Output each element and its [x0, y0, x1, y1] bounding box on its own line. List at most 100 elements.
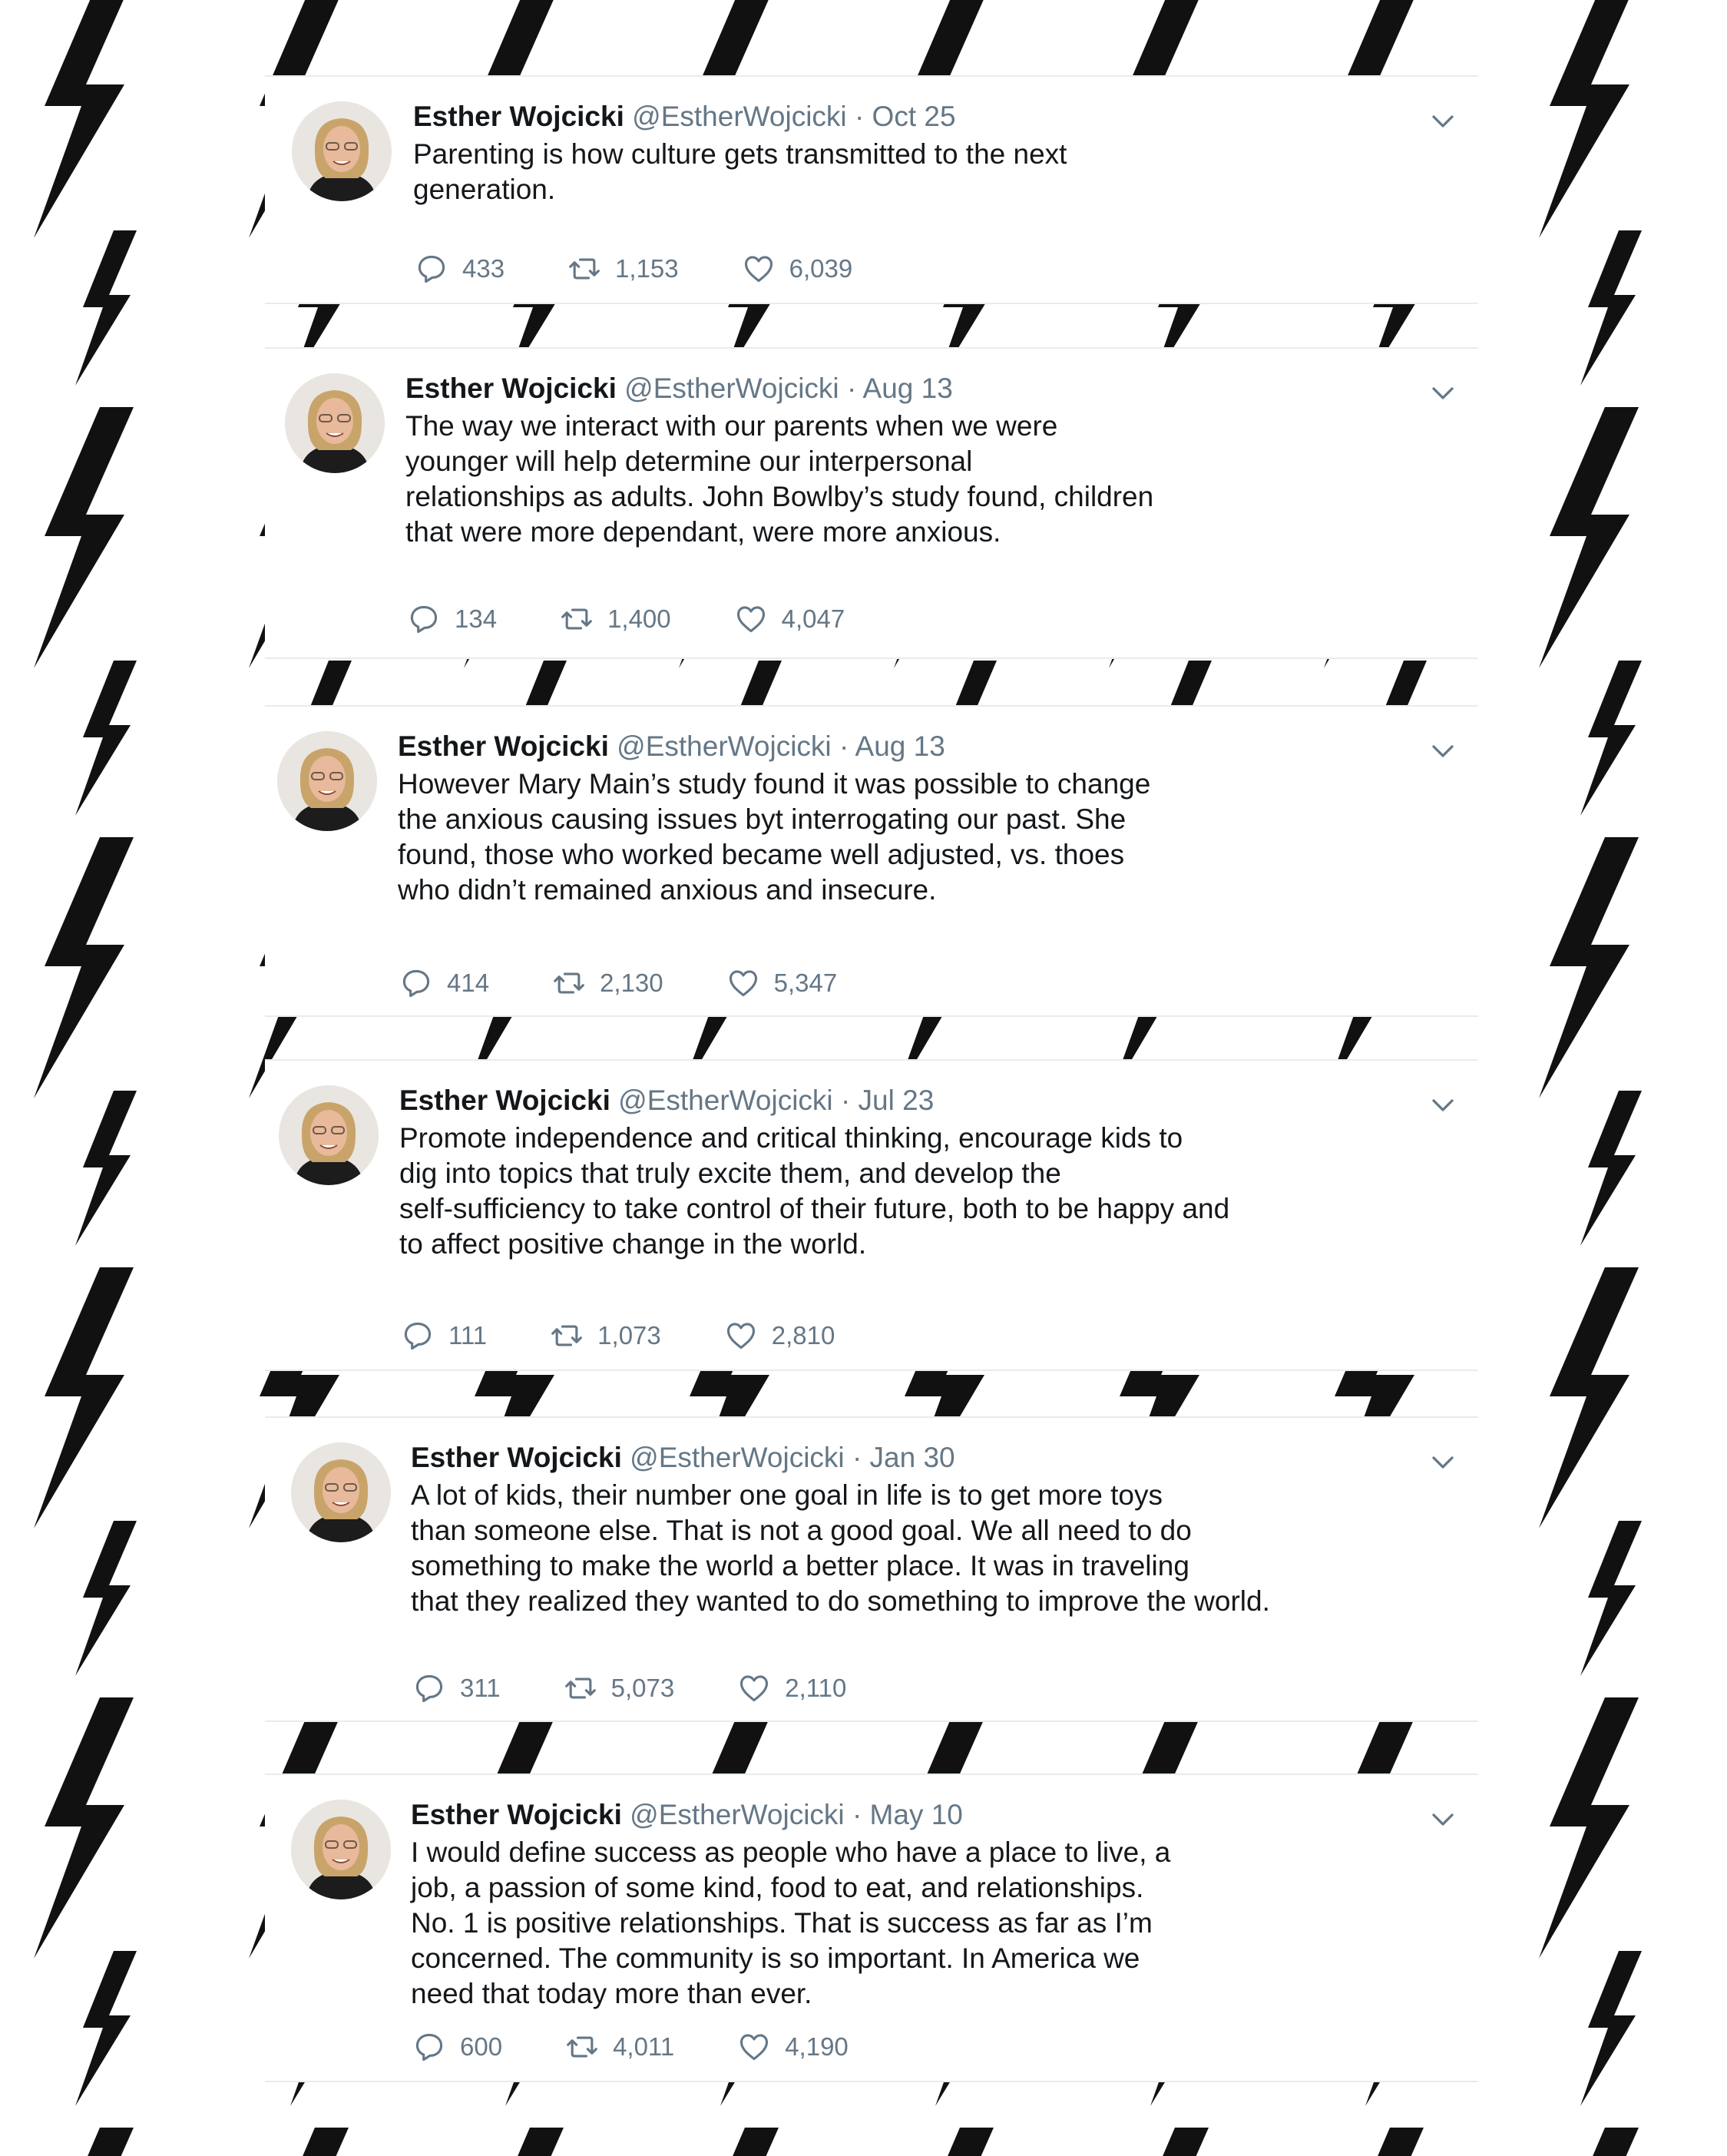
- chevron-down-icon[interactable]: [1429, 1091, 1457, 1119]
- heart-icon: [736, 606, 765, 633]
- tweet-header: Esther Wojcicki @EstherWojcicki · Jul 23: [399, 1082, 934, 1119]
- like-button[interactable]: 2,110: [737, 1671, 846, 1705]
- like-button[interactable]: 5,347: [726, 966, 837, 1000]
- profile-photo: [291, 1800, 391, 1899]
- like-button[interactable]: 2,810: [724, 1319, 835, 1353]
- like-button[interactable]: 4,047: [734, 602, 845, 636]
- like-count: 2,110: [785, 1674, 847, 1702]
- tweet-text-line: that they realized they wanted to do som…: [411, 1585, 1270, 1617]
- tweet-card-2[interactable]: Esther Wojcicki @EstherWojcicki · Aug 13…: [265, 347, 1478, 659]
- like-count: 2,810: [771, 1321, 835, 1350]
- tweet-text-line: relationships as adults. John Bowlby’s s…: [405, 481, 1154, 512]
- tweet-actions: 600 4,011 4,190: [412, 2030, 911, 2064]
- tweet-text-line: A lot of kids, their number one goal in …: [411, 1479, 1163, 1511]
- retweet-button[interactable]: 1,073: [550, 1319, 661, 1353]
- retweet-icon: [554, 972, 584, 994]
- avatar[interactable]: [285, 373, 385, 473]
- like-button[interactable]: 4,190: [737, 2030, 849, 2064]
- avatar[interactable]: [279, 1085, 379, 1185]
- retweet-button[interactable]: 1,400: [560, 602, 671, 636]
- tweet-date[interactable]: Jan 30: [870, 1442, 955, 1473]
- profile-photo: [291, 1442, 391, 1542]
- tweet-date[interactable]: Jul 23: [859, 1085, 935, 1116]
- reply-button[interactable]: 600: [412, 2030, 502, 2064]
- tweet-text-line: self-sufficiency to take control of thei…: [399, 1193, 1230, 1224]
- author-handle[interactable]: @EstherWojcicki: [632, 101, 847, 132]
- tweet-actions: 111 1,073 2,810: [401, 1319, 898, 1353]
- retweet-count: 4,011: [613, 2032, 675, 2061]
- header-separator: ·: [840, 1085, 851, 1116]
- tweet-date[interactable]: May 10: [870, 1799, 963, 1830]
- tweet-text-line: found, those who worked became well adju…: [398, 839, 1125, 870]
- chevron-down-icon[interactable]: [1429, 379, 1457, 407]
- tweet-date[interactable]: Aug 13: [863, 373, 953, 404]
- like-button[interactable]: 6,039: [742, 252, 852, 286]
- header-separator: ·: [846, 373, 857, 404]
- retweet-button[interactable]: 2,130: [552, 966, 663, 1000]
- author-name[interactable]: Esther Wojcicki: [405, 373, 617, 404]
- author-handle[interactable]: @EstherWojcicki: [630, 1799, 845, 1830]
- retweet-count: 1,153: [615, 254, 679, 283]
- retweet-count: 1,400: [607, 604, 671, 633]
- retweet-count: 1,073: [597, 1321, 661, 1350]
- author-handle[interactable]: @EstherWojcicki: [617, 730, 832, 762]
- chevron-down-icon[interactable]: [1429, 108, 1457, 135]
- tweet-text: A lot of kids, their number one goal in …: [411, 1478, 1332, 1619]
- avatar[interactable]: [277, 731, 377, 831]
- reply-count: 311: [460, 1674, 501, 1702]
- retweet-button[interactable]: 5,073: [564, 1671, 674, 1705]
- reply-count: 134: [455, 604, 498, 633]
- tweet-text-line: to affect positive change in the world.: [399, 1228, 867, 1260]
- tweet-card-5[interactable]: Esther Wojcicki @EstherWojcicki · Jan 30…: [265, 1416, 1478, 1722]
- tweet-card-4[interactable]: Esther Wojcicki @EstherWojcicki · Jul 23…: [265, 1059, 1478, 1371]
- profile-photo: [279, 1085, 379, 1185]
- author-handle[interactable]: @EstherWojcicki: [630, 1442, 845, 1473]
- tweet-header: Esther Wojcicki @EstherWojcicki · Aug 13: [405, 370, 953, 407]
- reply-button[interactable]: 433: [415, 252, 505, 286]
- author-name[interactable]: Esther Wojcicki: [399, 1085, 610, 1116]
- tweet-card-1[interactable]: Esther Wojcicki @EstherWojcicki · Oct 25…: [265, 75, 1478, 304]
- author-name[interactable]: Esther Wojcicki: [413, 101, 624, 132]
- tweet-card-3[interactable]: Esther Wojcicki @EstherWojcicki · Aug 13…: [265, 705, 1478, 1017]
- tweet-header: Esther Wojcicki @EstherWojcicki · May 10: [411, 1797, 963, 1833]
- author-name[interactable]: Esther Wojcicki: [398, 730, 609, 762]
- tweet-text-line: However Mary Main’s study found it was p…: [398, 768, 1151, 800]
- reply-icon: [415, 1674, 443, 1703]
- retweet-button[interactable]: 1,153: [567, 252, 679, 286]
- chevron-down-icon[interactable]: [1429, 737, 1457, 765]
- reply-count: 433: [462, 254, 505, 283]
- retweet-icon: [561, 608, 592, 630]
- reply-button[interactable]: 134: [407, 602, 497, 636]
- reply-count: 600: [460, 2032, 503, 2061]
- author-handle[interactable]: @EstherWojcicki: [624, 373, 839, 404]
- avatar[interactable]: [292, 101, 392, 201]
- tweet-text-line: I would define success as people who hav…: [411, 1836, 1171, 1868]
- tweet-card-6[interactable]: Esther Wojcicki @EstherWojcicki · May 10…: [265, 1773, 1478, 2082]
- tweet-text-line: job, a passion of some kind, food to eat…: [411, 1872, 1144, 1903]
- reply-count: 111: [448, 1321, 488, 1350]
- chevron-down-icon[interactable]: [1429, 1449, 1457, 1476]
- retweet-button[interactable]: 4,011: [565, 2030, 674, 2064]
- tweet-header: Esther Wojcicki @EstherWojcicki · Jan 30: [411, 1439, 955, 1476]
- reply-button[interactable]: 111: [401, 1319, 487, 1353]
- retweet-icon: [564, 1677, 596, 1699]
- chevron-down-icon[interactable]: [1429, 1806, 1457, 1833]
- author-name[interactable]: Esther Wojcicki: [411, 1442, 622, 1473]
- header-separator: ·: [852, 1799, 862, 1830]
- avatar[interactable]: [291, 1800, 391, 1899]
- tweet-text-line: something to make the world a better pla…: [411, 1550, 1189, 1581]
- avatar[interactable]: [291, 1442, 391, 1542]
- tweet-date[interactable]: Oct 25: [872, 101, 956, 132]
- reply-count: 414: [447, 969, 490, 997]
- reply-button[interactable]: 414: [399, 966, 489, 1000]
- reply-button[interactable]: 311: [412, 1671, 501, 1705]
- author-name[interactable]: Esther Wojcicki: [411, 1799, 622, 1830]
- heart-icon: [744, 256, 773, 283]
- author-handle[interactable]: @EstherWojcicki: [618, 1085, 833, 1116]
- tweet-text-line: dig into topics that truly excite them, …: [399, 1157, 1061, 1189]
- tweet-text: I would define success as people who hav…: [411, 1835, 1332, 2012]
- tweet-date[interactable]: Aug 13: [855, 730, 945, 762]
- tweet-text: Parenting is how culture gets transmitte…: [413, 137, 1335, 207]
- profile-photo: [292, 101, 392, 201]
- tweet-text-line: Parenting is how culture gets transmitte…: [413, 138, 1067, 170]
